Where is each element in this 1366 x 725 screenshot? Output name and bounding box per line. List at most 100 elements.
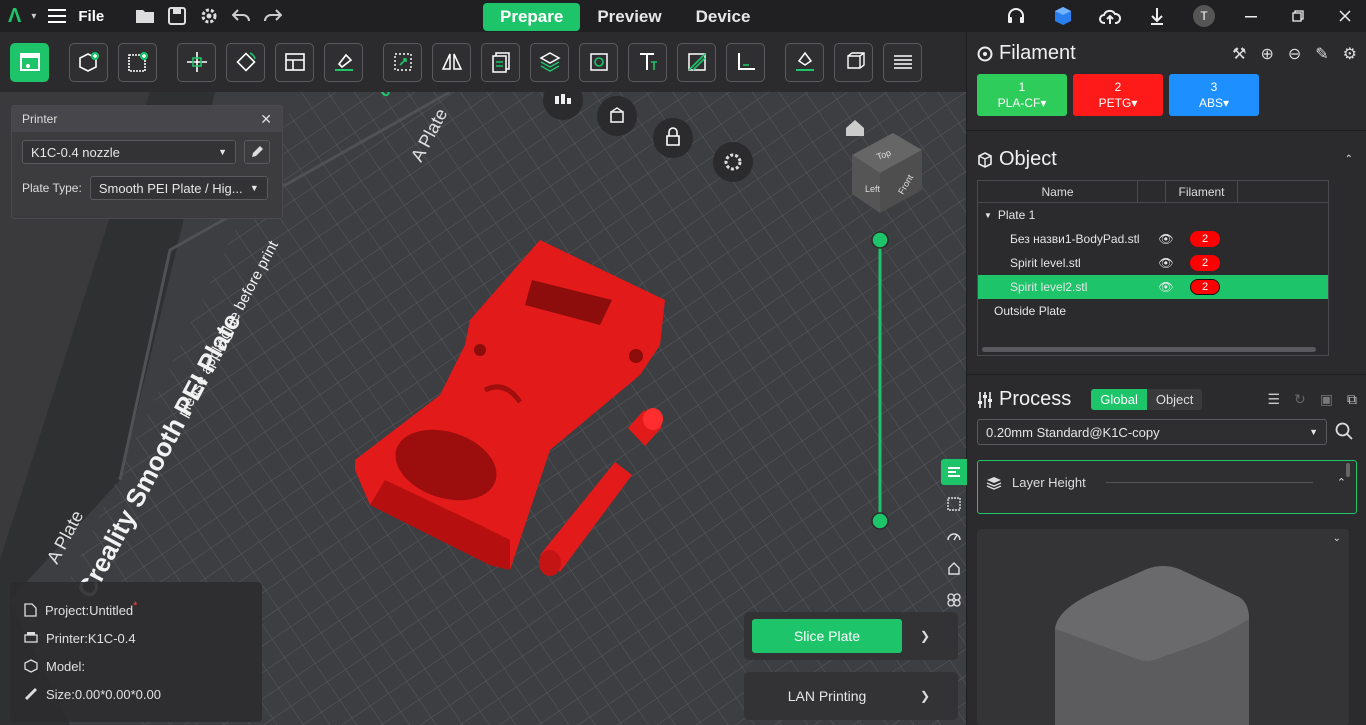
global-toggle[interactable]: Global (1091, 389, 1147, 410)
undo-icon[interactable] (230, 5, 252, 27)
remove-filament-icon[interactable]: ⊖ (1288, 44, 1301, 64)
process-sliders-icon (978, 391, 992, 408)
model-cube-icon[interactable] (1052, 5, 1074, 27)
object-row[interactable]: Без назви1-BodyPad.stl 👁 2 (978, 227, 1328, 251)
arrange-tool[interactable] (177, 42, 216, 82)
app-logo-icon[interactable]: Λ (8, 5, 21, 28)
list-icon[interactable]: ☰ (1267, 391, 1280, 408)
support-tab-icon[interactable] (941, 555, 967, 581)
add-plate-tool[interactable] (118, 42, 157, 82)
redo-icon[interactable] (262, 5, 284, 27)
lock-icon[interactable] (653, 118, 693, 158)
column-header-filament[interactable]: Filament (1166, 181, 1238, 202)
object-title: Object (999, 148, 1057, 170)
process-title: Process (999, 388, 1072, 410)
hollow-tool[interactable] (579, 42, 618, 82)
cube-icon (24, 659, 38, 673)
others-tab-icon[interactable] (941, 587, 967, 613)
file-menu[interactable]: File (78, 8, 104, 25)
menu-icon[interactable] (46, 5, 68, 27)
collapse-section-icon[interactable]: ⌃ (1337, 476, 1346, 489)
cut-tool[interactable] (530, 42, 569, 82)
lan-panel: LAN Printing ❯ (744, 672, 958, 720)
tab-preview[interactable]: Preview (580, 3, 678, 31)
settings-icon[interactable] (198, 5, 220, 27)
headset-icon[interactable] (1005, 5, 1027, 27)
collapse-icon[interactable]: ⌃ (1345, 154, 1353, 165)
lay-on-face-tool[interactable] (324, 42, 363, 82)
download-icon[interactable] (1146, 5, 1168, 27)
column-header-name[interactable]: Name (978, 181, 1138, 202)
chevron-down-icon[interactable]: ▾ (31, 11, 36, 22)
layout-tool[interactable] (275, 42, 314, 82)
project-info-panel: Project:Untitled * Printer:K1C-0.4 Model… (10, 582, 262, 722)
document-icon (24, 603, 37, 617)
open-folder-icon[interactable] (134, 5, 156, 27)
eye-icon[interactable]: 👁 (1152, 256, 1180, 270)
close-window-icon[interactable] (1334, 5, 1356, 27)
filament-chip-3[interactable]: 3 ABS▾ (1169, 74, 1259, 116)
eye-icon[interactable]: 👁 (1152, 280, 1180, 294)
edit-printer-button[interactable] (244, 140, 270, 164)
seam-paint-tool[interactable] (785, 42, 824, 82)
assembly-tool[interactable] (834, 42, 873, 82)
share-icon[interactable]: ⧉ (1347, 391, 1357, 408)
plate-view-tool[interactable] (10, 42, 49, 82)
filament-title: Filament (999, 42, 1076, 64)
object-toggle[interactable]: Object (1146, 389, 1203, 410)
speed-tab-icon[interactable] (941, 523, 967, 549)
tab-prepare[interactable]: Prepare (483, 3, 581, 31)
project-name: Project:Untitled (45, 602, 134, 618)
support-paint-tool[interactable] (677, 42, 716, 82)
object-row[interactable]: Spirit level.stl 👁 2 (978, 251, 1328, 275)
filament-badge[interactable]: 2 (1190, 231, 1220, 247)
mirror-tool[interactable] (432, 42, 471, 82)
horizontal-scrollbar[interactable] (982, 347, 1316, 352)
strength-tab-icon[interactable] (941, 491, 967, 517)
reset-icon[interactable]: ↻ (1294, 391, 1306, 408)
filament-chip-2[interactable]: 2 PETG▾ (1073, 74, 1163, 116)
add-filament-icon[interactable]: ⊕ (1260, 44, 1273, 64)
slice-plate-button[interactable]: Slice Plate (752, 619, 902, 653)
restore-icon[interactable] (1287, 5, 1309, 27)
object-row-selected[interactable]: Spirit level2.stl 👁 2 (978, 275, 1328, 299)
chevron-up-icon[interactable]: ❯ (920, 629, 930, 643)
filament-settings-icon[interactable]: ⚙ (1343, 44, 1357, 64)
layer-slider-bottom-handle[interactable] (871, 512, 889, 530)
add-object-tool[interactable] (69, 42, 108, 82)
eye-icon[interactable]: 👁 (1152, 232, 1180, 246)
layer-slider-top-handle[interactable] (871, 231, 889, 249)
minimize-icon[interactable] (1240, 5, 1262, 27)
user-avatar[interactable]: T (1193, 5, 1215, 27)
measure-tool[interactable] (726, 42, 765, 82)
variable-layer-tool[interactable] (883, 42, 922, 82)
plate-type-select[interactable]: Smooth PEI Plate / Hig... ▼ (89, 176, 268, 200)
edit-filament-icon[interactable]: ✎ (1315, 44, 1328, 64)
save-preset-icon[interactable]: ▣ (1320, 391, 1333, 408)
lan-printing-button[interactable]: LAN Printing (752, 679, 902, 713)
save-icon[interactable] (166, 5, 188, 27)
upload-cloud-icon[interactable] (1099, 5, 1121, 27)
search-icon[interactable] (1335, 422, 1353, 445)
rotate-tool[interactable] (226, 42, 265, 82)
copy-tool[interactable] (481, 42, 520, 82)
printer-panel-title: Printer (22, 112, 58, 126)
vertical-scrollbar[interactable] (1346, 463, 1350, 477)
filament-chip-1[interactable]: 1 PLA-CF▾ (977, 74, 1067, 116)
plate-row[interactable]: ▼ Plate 1 (978, 203, 1328, 227)
viewport-settings-icon[interactable] (713, 142, 753, 182)
expand-icon[interactable]: ⌄ (1333, 533, 1341, 544)
text-tool[interactable] (628, 42, 667, 82)
process-preset-select[interactable]: 0.20mm Standard@K1C-copy ▼ (977, 419, 1327, 445)
printer-select[interactable]: K1C-0.4 nozzle ▼ (22, 140, 236, 164)
filament-badge[interactable]: 2 (1190, 255, 1220, 271)
outside-plate-row[interactable]: Outside Plate (978, 299, 1328, 323)
sync-filament-icon[interactable]: ⚒ (1232, 44, 1246, 64)
scale-tool[interactable] (383, 42, 422, 82)
quality-tab-icon[interactable] (941, 459, 967, 485)
chevron-up-icon[interactable]: ❯ (920, 689, 930, 703)
object-cube-icon (978, 151, 992, 168)
tab-device[interactable]: Device (679, 3, 768, 31)
close-icon[interactable]: ✕ (260, 111, 272, 128)
filament-badge[interactable]: 2 (1190, 279, 1220, 295)
